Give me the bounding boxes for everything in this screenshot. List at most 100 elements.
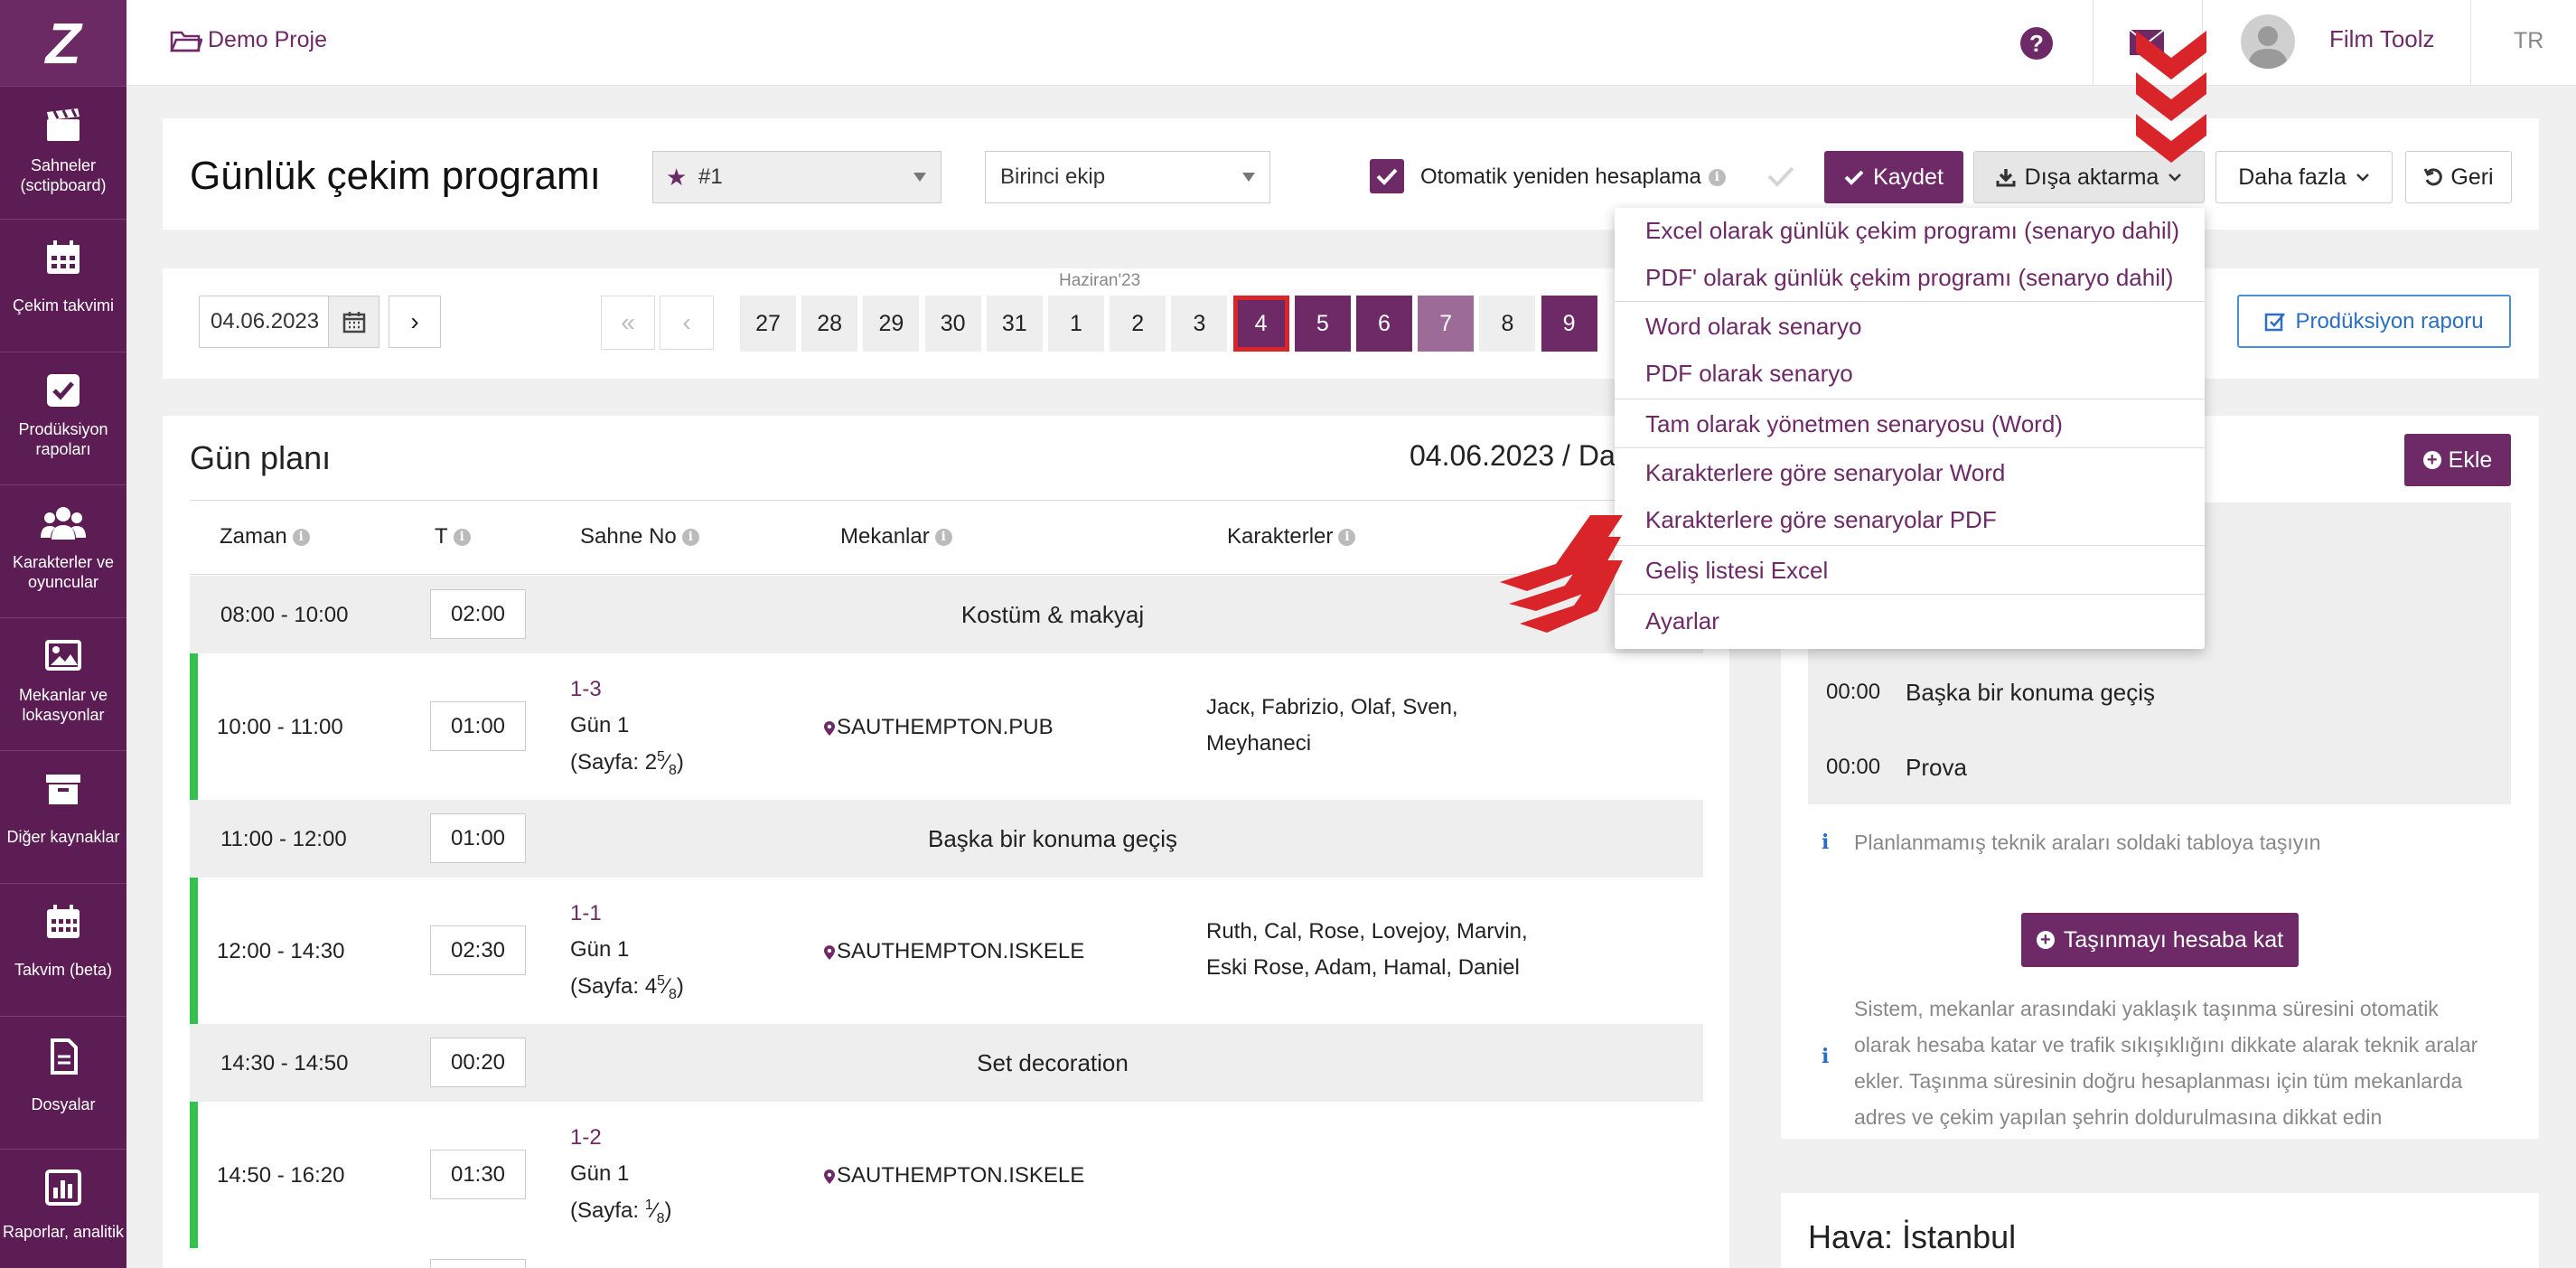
table-row[interactable]: 12:00 - 14:30 02:30 1-1 Gün 1 (Sayfa: 45…	[190, 878, 1703, 1024]
day-cell[interactable]: 28	[801, 296, 858, 352]
table-row[interactable]: 14:50 - 16:20 01:30 1-2 Gün 1 (Sayfa: 1⁄…	[190, 1102, 1703, 1248]
sidebar-item-characters[interactable]: Karakterler ve oyuncular	[0, 484, 126, 617]
schedule-select[interactable]: ★ #1	[652, 151, 941, 203]
table-row[interactable]: 10:00 - 11:00 01:00 1-3 Gün 1 (Sayfa: 25…	[190, 653, 1703, 800]
export-menu-item[interactable]: Excel olarak günlük çekim programı (sena…	[1645, 217, 2179, 245]
day-cell[interactable]: 3	[1171, 296, 1228, 352]
user-name[interactable]: Film Toolz	[2329, 25, 2435, 53]
day-cell[interactable]: 2	[1110, 296, 1166, 352]
unit-select[interactable]: Birinci ekip	[985, 151, 1270, 203]
first-page-button[interactable]: «	[601, 296, 655, 350]
avatar[interactable]	[2241, 14, 2295, 69]
day-cell[interactable]: 30	[924, 296, 981, 352]
day-cell[interactable]: 7	[1418, 296, 1475, 352]
page-fraction-den: 8	[668, 762, 677, 778]
info-icon: i	[1708, 168, 1726, 186]
scene-link[interactable]: 1-3	[570, 677, 602, 702]
scene-pages-prefix: (Sayfa: 4	[570, 974, 658, 999]
column-header-locations: Mekanlar i	[840, 524, 952, 549]
day-cell[interactable]: 29	[863, 296, 920, 352]
break-item[interactable]: 00:00 Prova	[1808, 730, 2511, 804]
sidebar: Z Sahneler (sctipboard) Çekim takvimi Pr…	[0, 0, 126, 1268]
scene-pages: (Sayfa: 1⁄8)	[570, 1198, 672, 1226]
more-button[interactable]: Daha fazla	[2215, 151, 2393, 203]
sidebar-item-other-resources[interactable]: Diğer kaynaklar	[0, 750, 126, 883]
export-menu-item[interactable]: Tam olarak yönetmen senaryosu (Word)	[1645, 410, 2063, 438]
annotation-arrow-down-icon	[2136, 31, 2206, 163]
prev-page-button[interactable]: ‹	[660, 296, 714, 350]
more-label: Daha fazla	[2238, 164, 2347, 190]
info-icon: i	[453, 528, 471, 546]
duration-input[interactable]	[430, 1259, 526, 1268]
day-cell[interactable]: 4	[1232, 296, 1289, 352]
language-switch[interactable]: TR	[2514, 28, 2543, 54]
export-menu-item[interactable]: Ayarlar	[1645, 607, 1719, 635]
characters-line: Ruth, Cal, Rose, Lovejoy, Marvin,	[1206, 919, 1528, 944]
help-icon[interactable]: ?	[2020, 27, 2053, 60]
app-logo[interactable]: Z	[0, 0, 126, 86]
sidebar-item-locations[interactable]: Mekanlar ve lokasyonlar	[0, 617, 126, 750]
column-header-label: Mekanlar	[840, 524, 930, 549]
break-duration: 00:00	[1826, 755, 1881, 779]
day-cell[interactable]: 6	[1356, 296, 1412, 352]
project-link[interactable]: Demo Proje	[170, 27, 327, 53]
day-cell[interactable]: 8	[1479, 296, 1536, 352]
archive-icon	[46, 775, 80, 804]
back-button[interactable]: Geri	[2405, 151, 2512, 203]
scene-day: Gün 1	[570, 1161, 630, 1186]
auto-recalc-checkbox[interactable]	[1370, 159, 1404, 193]
travel-time-button[interactable]: + Taşınmayı hesaba kat	[2021, 913, 2299, 967]
location-name: SAUTHEMPTON.ISKELE	[837, 1163, 1085, 1188]
table-row[interactable]: 11:00 - 12:00 01:00 Başka bir konuma geç…	[190, 800, 1703, 878]
sidebar-item-scenes[interactable]: Sahneler (sctipboard)	[0, 86, 126, 219]
table-row[interactable]: 14:30 - 14:50 00:20 Set decoration	[190, 1024, 1703, 1102]
day-cell[interactable]: 9	[1541, 296, 1597, 352]
date-input[interactable]: 04.06.2023	[199, 296, 379, 348]
table-row[interactable]: 08:00 - 10:00 02:00 Kostüm & makyaj	[190, 576, 1703, 653]
sidebar-item-reports-analytics[interactable]: Raporlar, analitik	[0, 1149, 126, 1268]
location-link[interactable]: SAUTHEMPTON.ISKELE	[824, 939, 1084, 964]
export-menu-item[interactable]: PDF olarak senaryo	[1645, 360, 1853, 388]
schedule-select-value: #1	[698, 164, 723, 189]
day-cell[interactable]: 1	[1048, 296, 1104, 352]
next-date-button[interactable]: ›	[389, 296, 441, 348]
break-item[interactable]: 00:00 Başka bir konuma geçiş	[1808, 654, 2511, 730]
info-icon: i	[934, 528, 952, 546]
star-icon: ★	[666, 164, 688, 191]
column-header-label: Zaman	[220, 524, 287, 549]
check-icon	[1767, 166, 1794, 187]
production-report-button[interactable]: Prodüksiyon raporu	[2237, 295, 2511, 348]
scene-link[interactable]: 1-2	[570, 1125, 602, 1151]
break-label: Başka bir konuma geçiş	[927, 825, 1178, 852]
clapperboard-icon	[47, 108, 80, 141]
characters-line: Meyhaneci	[1206, 731, 1312, 756]
sidebar-item-shooting-schedule[interactable]: Çekim takvimi	[0, 219, 126, 352]
add-button[interactable]: + Ekle	[2404, 434, 2511, 486]
unit-select-value: Birinci ekip	[1000, 164, 1106, 189]
export-menu-item[interactable]: Geliş listesi Excel	[1645, 557, 1828, 585]
sidebar-item-calendar-beta[interactable]: Takvim (beta)	[0, 883, 126, 1016]
export-menu-item[interactable]: Karakterlere göre senaryolar Word	[1645, 459, 2005, 487]
calendar-icon[interactable]	[328, 296, 379, 347]
export-menu-item[interactable]: PDF' olarak günlük çekim programı (senar…	[1645, 264, 2173, 292]
date-value: 04.06.2023	[211, 309, 320, 333]
column-header-label: Sahne No	[580, 524, 677, 549]
scene-link[interactable]: 1-1	[570, 901, 602, 926]
duration-input[interactable]: 02:30	[430, 925, 526, 975]
add-label: Ekle	[2448, 446, 2493, 473]
day-cell[interactable]: 27	[740, 296, 796, 352]
duration-input[interactable]: 01:30	[430, 1150, 526, 1199]
day-cell[interactable]: 31	[986, 296, 1043, 352]
sidebar-item-production-reports[interactable]: Prodüksiyon rapoları	[0, 352, 126, 484]
characters-line: Jacк, Fabrizio, Olaf, Sven,	[1206, 695, 1458, 719]
export-menu-item[interactable]: Word olarak senaryo	[1645, 313, 1861, 341]
save-button[interactable]: Kaydet	[1824, 151, 1963, 203]
edit-icon	[2265, 312, 2286, 331]
duration-input[interactable]: 01:00	[430, 701, 526, 751]
day-cell[interactable]: 5	[1294, 296, 1351, 352]
scene-status-bar	[190, 878, 198, 1024]
export-menu-item[interactable]: Karakterlere göre senaryolar PDF	[1645, 506, 1997, 534]
location-link[interactable]: SAUTHEMPTON.PUB	[824, 715, 1054, 740]
location-link[interactable]: SAUTHEMPTON.ISKELE	[824, 1163, 1084, 1188]
sidebar-item-files[interactable]: Dosyalar	[0, 1016, 126, 1149]
